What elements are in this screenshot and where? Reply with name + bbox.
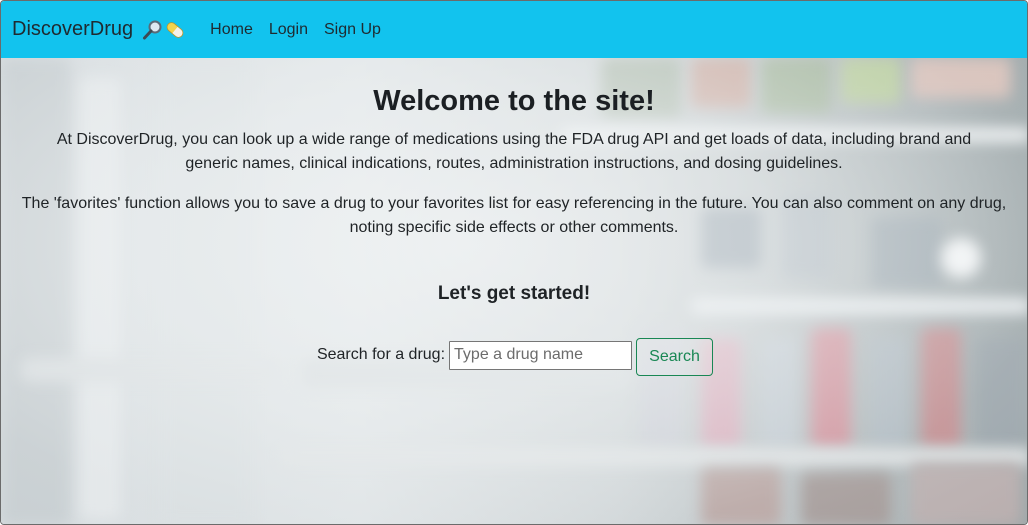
nav-link-home[interactable]: Home [210,21,253,39]
favorites-paragraph: The 'favorites' function allows you to s… [21,195,1007,236]
intro-paragraph: At DiscoverDrug, you can look up a wide … [56,131,972,172]
page-title: Welcome to the site! [373,85,655,117]
search-label: Search for a drug: [316,346,446,363]
brand-name: DiscoverDrug [12,18,134,40]
get-started-heading: Let's get started! [437,283,591,304]
nav-link-login[interactable]: Login [269,21,308,39]
top-navbar: DiscoverDrug Home Login Sign Up [1,1,1027,58]
magnifier-icon [143,20,162,39]
nav-link-signup[interactable]: Sign Up [324,21,381,39]
nav-links: Home Login Sign Up [210,21,397,39]
browser-window: DiscoverDrug Home Login Sign Up Welcome … [0,0,1028,525]
drug-search-input[interactable] [449,340,633,370]
brand-icons [142,19,186,41]
pill-icon [166,21,184,38]
brand-link[interactable]: DiscoverDrug [12,18,186,41]
search-button[interactable]: Search [636,338,714,376]
search-form: Search for a drug: Search [1,338,1027,376]
main-content: Welcome to the site! At DiscoverDrug, yo… [1,58,1027,376]
